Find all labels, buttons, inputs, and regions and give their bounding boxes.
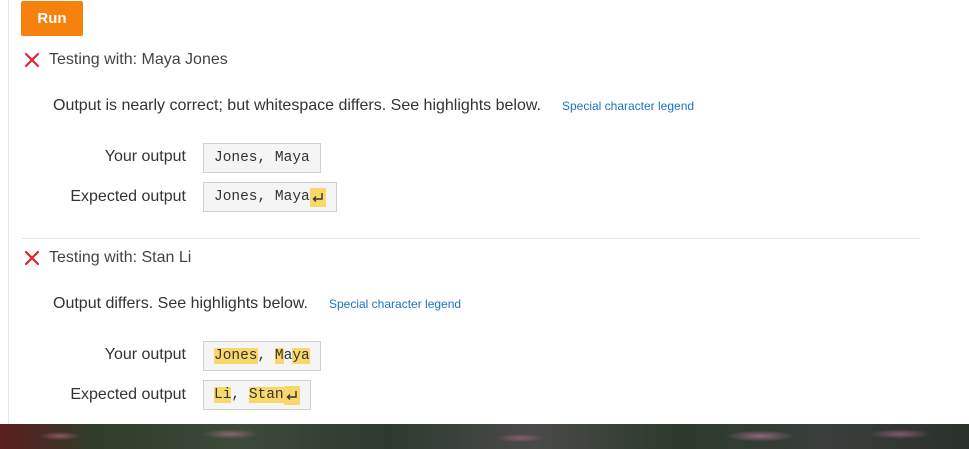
diff-highlight: ya	[292, 348, 310, 364]
fail-x-icon	[24, 52, 40, 68]
test-message-2: Output differs. See highlights below. Sp…	[53, 295, 461, 313]
diff-highlight: Li	[214, 387, 232, 403]
test-title: Testing with: Stan Li	[49, 249, 192, 266]
output-segment: ,	[231, 387, 249, 403]
diff-highlight: M	[274, 348, 284, 364]
expected-output-box: Jones, Maya	[203, 182, 337, 212]
your-output-box: Jones, Maya	[203, 143, 321, 173]
special-character-legend-link[interactable]: Special character legend	[329, 297, 461, 311]
return-arrow-icon	[283, 385, 300, 405]
fail-x-icon	[24, 250, 40, 266]
expected-output-label: Expected output	[70, 386, 186, 403]
output-segment: ,	[257, 348, 275, 364]
background-wallpaper-strip	[0, 424, 969, 449]
diff-highlight: Stan	[248, 387, 284, 403]
expected-output-text: Jones, Maya	[214, 189, 310, 205]
your-output-box: Jones, Maya	[203, 341, 321, 371]
expected-output-label: Expected output	[70, 188, 186, 205]
your-output-text: Jones, Maya	[214, 150, 310, 166]
test-message-text: Output is nearly correct; but whitespace…	[53, 97, 541, 114]
return-arrow-icon	[309, 187, 326, 207]
expected-output-box: Li, Stan	[203, 380, 311, 410]
test-message-1: Output is nearly correct; but whitespace…	[53, 97, 694, 115]
section-divider	[22, 238, 920, 239]
test-header-2: Testing with: Stan Li	[24, 247, 191, 269]
special-character-legend-link[interactable]: Special character legend	[562, 99, 694, 113]
test-message-text: Output differs. See highlights below.	[53, 295, 308, 312]
test-header-1: Testing with: Maya Jones	[24, 49, 228, 71]
diff-highlight: Jones	[214, 348, 258, 364]
your-output-label: Your output	[104, 346, 186, 363]
run-button[interactable]: Run	[21, 1, 83, 36]
test-results-panel: Run Testing with: Maya Jones Output is n…	[0, 0, 969, 424]
your-output-label: Your output	[104, 148, 186, 165]
output-segment: a	[283, 348, 293, 364]
test-title: Testing with: Maya Jones	[49, 51, 228, 68]
